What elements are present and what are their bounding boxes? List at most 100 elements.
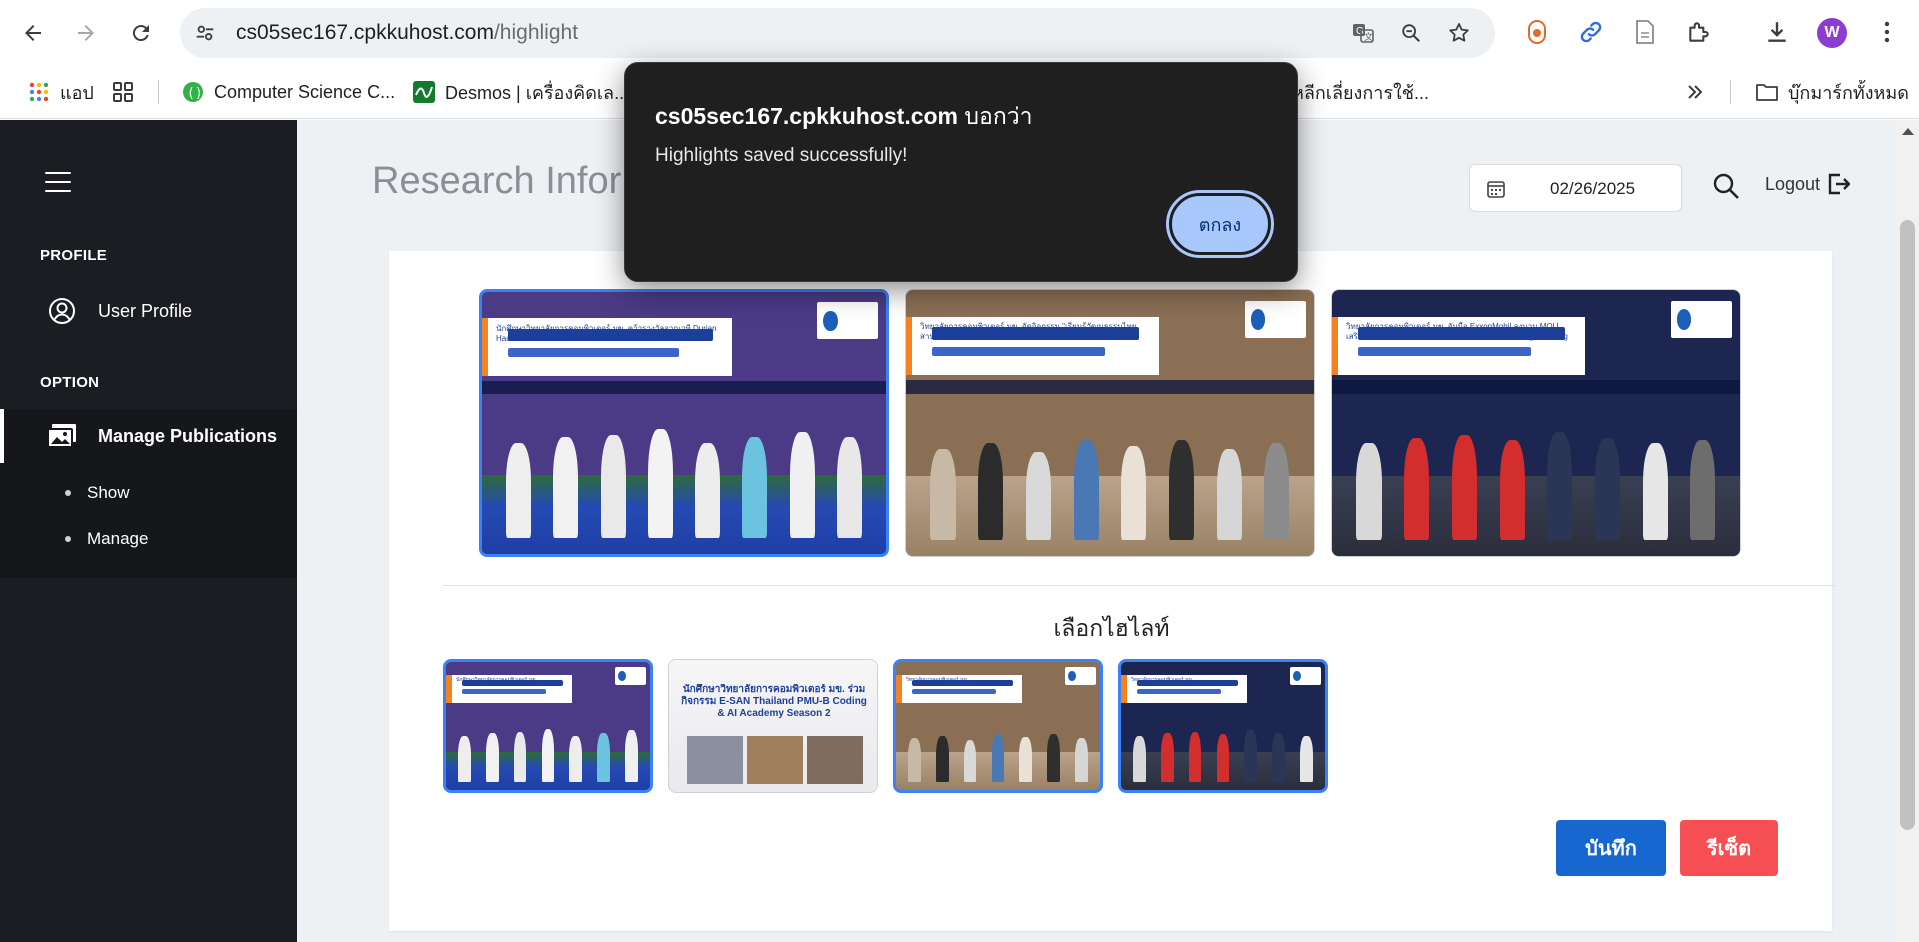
apps-grid-icon	[28, 81, 50, 103]
sidebar-item-user-profile[interactable]: User Profile	[0, 290, 297, 332]
sidebar-subitem-label: Manage	[87, 529, 149, 548]
bookmark-desmos[interactable]: Desmos | เครื่องคิดเล...	[413, 66, 629, 118]
caption-strip	[1332, 380, 1740, 394]
college-logo	[1290, 667, 1321, 686]
selected-highlight-1[interactable]: นักศึกษาวิทยาลัยการคอมพิวเตอร์ มข. คว้าร…	[479, 289, 889, 557]
sidebar-subitem-manage[interactable]: Manage	[65, 529, 148, 549]
highlight-caption: นักศึกษาวิทยาลัยการคอมพิวเตอร์ มข. คว้าร…	[496, 324, 717, 343]
bookmark-separator	[158, 80, 159, 104]
svg-text:G: G	[1356, 26, 1364, 37]
reload-button[interactable]	[125, 17, 157, 49]
search-icon	[1713, 173, 1739, 199]
highlight-option-3[interactable]: วิทยาลัยการคอมพิวเตอร์ มข.	[893, 659, 1103, 793]
download-icon[interactable]	[1762, 17, 1792, 47]
extensions-puzzle-icon[interactable]	[1684, 17, 1714, 47]
date-picker[interactable]: 02/26/2025	[1469, 164, 1682, 212]
site-settings-icon[interactable]	[192, 20, 218, 46]
option-caption: วิทยาลัยการคอมพิวเตอร์ มข.	[906, 677, 969, 683]
cs-site-icon: ()	[182, 81, 204, 103]
selected-highlight-3[interactable]: วิทยาลัยการคอมพิวเตอร์ มข. จับมือ ExxonM…	[1331, 289, 1741, 557]
photo-people	[1133, 716, 1313, 783]
translate-icon[interactable]: G文	[1350, 20, 1376, 46]
profile-avatar[interactable]: W	[1817, 18, 1847, 48]
alert-dialog: cs05sec167.cpkkuhost.com บอกว่า Highligh…	[624, 62, 1298, 282]
bookmark-tab-groups[interactable]	[112, 66, 144, 118]
search-button[interactable]	[1712, 172, 1740, 200]
save-button[interactable]: บันทึก	[1556, 820, 1666, 876]
caption-strip	[906, 380, 1314, 394]
alert-title: cs05sec167.cpkkuhost.com บอกว่า	[655, 103, 1033, 129]
arrow-right-icon	[78, 25, 94, 41]
photo-people	[506, 402, 862, 539]
sidebar-item-manage-publications[interactable]: Manage Publications	[0, 409, 297, 463]
logout-label: Logout	[1765, 173, 1821, 194]
logout-icon	[1826, 172, 1851, 196]
extension-orange-icon[interactable]	[1522, 17, 1552, 47]
bookmark-avoid[interactable]: :: หลีกเลี่ยงการใช้...	[1277, 66, 1429, 118]
page-scrollbar[interactable]	[1896, 120, 1919, 942]
calendar-icon	[1487, 181, 1505, 198]
scroll-up-arrow-icon[interactable]	[1902, 128, 1914, 135]
zoom-icon[interactable]	[1398, 20, 1424, 46]
highlight-option-2[interactable]: นักศึกษาวิทยาลัยการคอมพิวเตอร์ มข. ร่วมก…	[668, 659, 878, 793]
bookmark-label: แอป	[60, 82, 94, 103]
svg-text:文: 文	[1364, 31, 1373, 42]
alert-message: Highlights saved successfully!	[655, 145, 908, 166]
option-caption: นักศึกษาวิทยาลัยการคอมพิวเตอร์ มข.	[456, 677, 537, 683]
bookmarks-overflow-button[interactable]	[1686, 66, 1704, 118]
desmos-icon	[413, 81, 435, 103]
college-logo	[615, 667, 646, 686]
highlight-option-1[interactable]: นักศึกษาวิทยาลัยการคอมพิวเตอร์ มข.	[443, 659, 653, 793]
date-value: 02/26/2025	[1550, 179, 1636, 198]
bookmark-label: บุ๊กมาร์กทั้งหมด	[1788, 82, 1909, 103]
link-extension-icon[interactable]	[1576, 17, 1606, 47]
sidebar-section-option: OPTION	[40, 374, 100, 391]
logout-button[interactable]: Logout	[1765, 172, 1851, 196]
highlight-caption: วิทยาลัยการคอมพิวเตอร์ มข. จัดกิจกรรม "เ…	[920, 322, 1137, 341]
bookmark-apps[interactable]: แอป	[28, 66, 94, 118]
bookmark-all-bookmarks[interactable]: บุ๊กมาร์กทั้งหมด	[1756, 66, 1909, 118]
sidebar-subitem-label: Show	[87, 483, 130, 502]
alert-ok-button[interactable]: ตกลง	[1166, 190, 1274, 258]
forward-button[interactable]	[70, 17, 102, 49]
highlight-option-4[interactable]: วิทยาลัยการคอมพิวเตอร์ มข.	[1118, 659, 1328, 793]
images-icon	[46, 420, 78, 452]
url-text: cs05sec167.cpkkuhost.com/highlight	[236, 21, 579, 44]
selected-highlight-2[interactable]: วิทยาลัยการคอมพิวเตอร์ มข. จัดกิจกรรม "เ…	[905, 289, 1315, 557]
scroll-thumb[interactable]	[1900, 220, 1915, 830]
option-photo-3	[807, 736, 863, 784]
back-button[interactable]	[17, 17, 49, 49]
folder-icon	[1756, 81, 1778, 103]
hamburger-menu-icon[interactable]	[45, 172, 71, 194]
chevron-double-right-icon	[1688, 85, 1703, 99]
highlight-caption: วิทยาลัยการคอมพิวเตอร์ มข. จับมือ ExxonM…	[1346, 322, 1568, 341]
reset-button[interactable]: รีเซ็ต	[1680, 820, 1778, 876]
photo-people	[930, 402, 1290, 541]
caption-strip	[482, 381, 886, 395]
more-menu-icon[interactable]	[1872, 17, 1902, 47]
sidebar-section-profile: PROFILE	[40, 247, 108, 264]
bookmark-label: Computer Science C...	[214, 81, 396, 102]
bookmark-label: Desmos | เครื่องคิดเล...	[445, 82, 630, 103]
sidebar-subitem-show[interactable]: Show	[65, 483, 130, 503]
bullet-icon	[65, 490, 71, 496]
reload-icon	[132, 25, 149, 42]
bookmark-star-icon[interactable]	[1446, 20, 1472, 46]
bookmark-label: :: หลีกเลี่ยงการใช้...	[1277, 82, 1429, 103]
page-title: Research Infor	[372, 160, 622, 202]
bookmark-separator	[1730, 80, 1731, 104]
user-circle-icon	[46, 295, 78, 327]
photo-people	[1356, 402, 1716, 541]
bullet-icon	[65, 536, 71, 542]
photo-people	[908, 716, 1088, 783]
tab-groups-icon	[112, 81, 134, 103]
bookmark-computer-science[interactable]: () Computer Science C...	[182, 66, 395, 118]
option-photo-1	[687, 736, 743, 784]
address-bar[interactable]: cs05sec167.cpkkuhost.com/highlight G文	[180, 8, 1495, 58]
college-logo	[817, 302, 878, 340]
college-logo	[1670, 300, 1732, 338]
document-extension-icon[interactable]	[1630, 17, 1660, 47]
college-logo	[1244, 300, 1306, 338]
sidebar-submenu: Show Manage	[0, 463, 297, 578]
sidebar-item-label: Manage Publications	[98, 425, 278, 446]
